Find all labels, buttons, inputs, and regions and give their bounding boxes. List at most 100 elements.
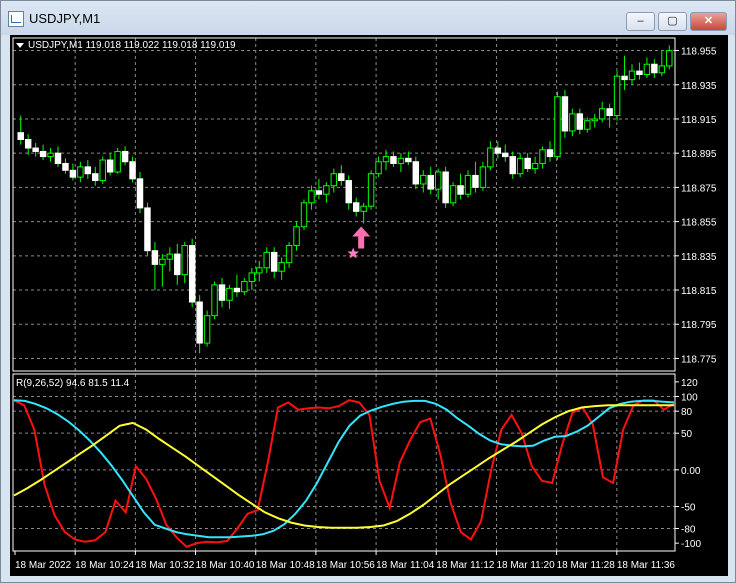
candle-body <box>516 157 524 175</box>
time-label: 18 Mar 11:28 <box>557 560 616 571</box>
candle-body <box>166 253 174 260</box>
grid-lines <box>13 38 675 551</box>
candle-body <box>338 173 345 182</box>
candle-body <box>449 185 457 204</box>
candle-body <box>99 159 106 182</box>
indicator-lines <box>13 399 675 548</box>
candle-body <box>412 161 420 185</box>
price-label: 118.855 <box>681 218 717 229</box>
indicator-label: -80 <box>681 524 696 535</box>
candle-body <box>598 108 606 120</box>
price-label: 118.835 <box>681 252 717 263</box>
candle-body <box>39 150 47 158</box>
candle-body <box>420 174 427 185</box>
candle-body <box>382 156 390 163</box>
price-label: 118.915 <box>681 115 717 126</box>
time-label: 18 Mar 11:36 <box>617 560 676 571</box>
candle-body <box>256 267 263 274</box>
candle-body <box>539 149 546 164</box>
indicator-line <box>13 399 675 539</box>
candle-body <box>47 152 54 158</box>
candle-body <box>77 166 84 178</box>
time-label: 18 Mar 10:32 <box>135 560 194 571</box>
candle-body <box>606 108 613 117</box>
minimize-button[interactable]: – <box>626 12 655 31</box>
candle-body <box>136 178 144 209</box>
time-label: 18 Mar 10:48 <box>256 560 315 571</box>
candle-body <box>651 63 658 74</box>
axis-labels: 18 Mar 2022 18 Mar 10:24 18 Mar 10:32 18 Ma… <box>14 47 717 571</box>
candle-body <box>233 287 241 293</box>
candle-body <box>531 162 539 170</box>
candle-body <box>300 202 308 228</box>
candle-body <box>54 152 62 164</box>
candle-body <box>263 251 270 269</box>
indicator-panel-frame <box>12 373 676 552</box>
candle-body <box>375 161 382 175</box>
chart-canvas[interactable]: 18 Mar 2022 18 Mar 10:24 18 Mar 10:32 18 Ma… <box>10 35 728 576</box>
price-label: 118.815 <box>681 286 717 297</box>
candle-body <box>472 174 479 188</box>
main-panel-frame <box>12 37 676 372</box>
candle-body <box>643 63 651 75</box>
candle-body <box>159 258 166 265</box>
candle-body <box>315 190 323 195</box>
candle-body <box>17 132 24 141</box>
indicator-label: -50 <box>681 502 696 513</box>
candle-body <box>427 174 434 190</box>
candle-body <box>308 190 315 204</box>
candle-body <box>129 161 136 180</box>
time-label: 18 Mar 10:56 <box>316 560 375 571</box>
indicator-label: 100 <box>681 393 698 404</box>
chart-window-icon <box>8 11 24 27</box>
candle-body <box>628 70 636 81</box>
candle-body <box>442 171 449 204</box>
candle-body <box>114 150 121 173</box>
candle-body <box>121 150 129 163</box>
candle-body <box>636 70 643 76</box>
time-label: 18 Mar 11:04 <box>376 560 435 571</box>
main-panel-info: USDJPY,M1 119.018 119.022 119.018 119.01… <box>28 40 236 51</box>
signal-star-icon <box>347 247 359 259</box>
candle-body <box>367 173 375 207</box>
chart-area[interactable]: 18 Mar 2022 18 Mar 10:24 18 Mar 10:32 18 Ma… <box>10 35 728 576</box>
candle-body <box>502 152 509 158</box>
candle-body <box>323 185 330 195</box>
candle-body <box>330 173 338 187</box>
signal-markers <box>347 226 371 259</box>
window-title: USDJPY,M1 <box>29 11 101 26</box>
candle-body <box>546 149 554 158</box>
candle-body <box>584 120 591 130</box>
indicator-label: 120 <box>681 378 698 389</box>
candle-body <box>106 159 114 173</box>
candle-body <box>554 96 561 158</box>
candle-body <box>84 166 92 175</box>
candle-body <box>62 162 69 171</box>
candle-body <box>32 147 39 152</box>
close-button[interactable]: ✕ <box>690 12 727 31</box>
panel-dropdown-icon[interactable] <box>16 43 24 48</box>
candle-body <box>390 156 397 164</box>
candle-body <box>69 169 77 178</box>
candle-body <box>144 207 151 252</box>
candle-body <box>293 226 300 247</box>
time-label: 18 Mar 2022 <box>15 560 72 571</box>
candle-body <box>24 139 32 149</box>
candle-body <box>352 202 360 212</box>
candle-body <box>211 284 218 317</box>
candle-body <box>270 251 278 272</box>
candle-body <box>196 301 203 344</box>
title-bar[interactable]: USDJPY,M1 – ▢ ✕ <box>1 1 735 35</box>
chart-window: USDJPY,M1 – ▢ ✕ 18 Mar 2022 18 Mar 10:24 1… <box>0 0 736 583</box>
candle-body <box>278 262 285 272</box>
candle-body <box>360 205 367 212</box>
candle-body <box>494 147 502 154</box>
price-label: 118.875 <box>681 183 717 194</box>
time-label: 18 Mar 11:12 <box>436 560 495 571</box>
candle-body <box>457 185 464 195</box>
indicator-line <box>13 399 675 548</box>
candle-body <box>151 250 159 265</box>
candle-body <box>174 253 181 276</box>
maximize-button[interactable]: ▢ <box>658 12 687 31</box>
candle-body <box>405 157 412 163</box>
